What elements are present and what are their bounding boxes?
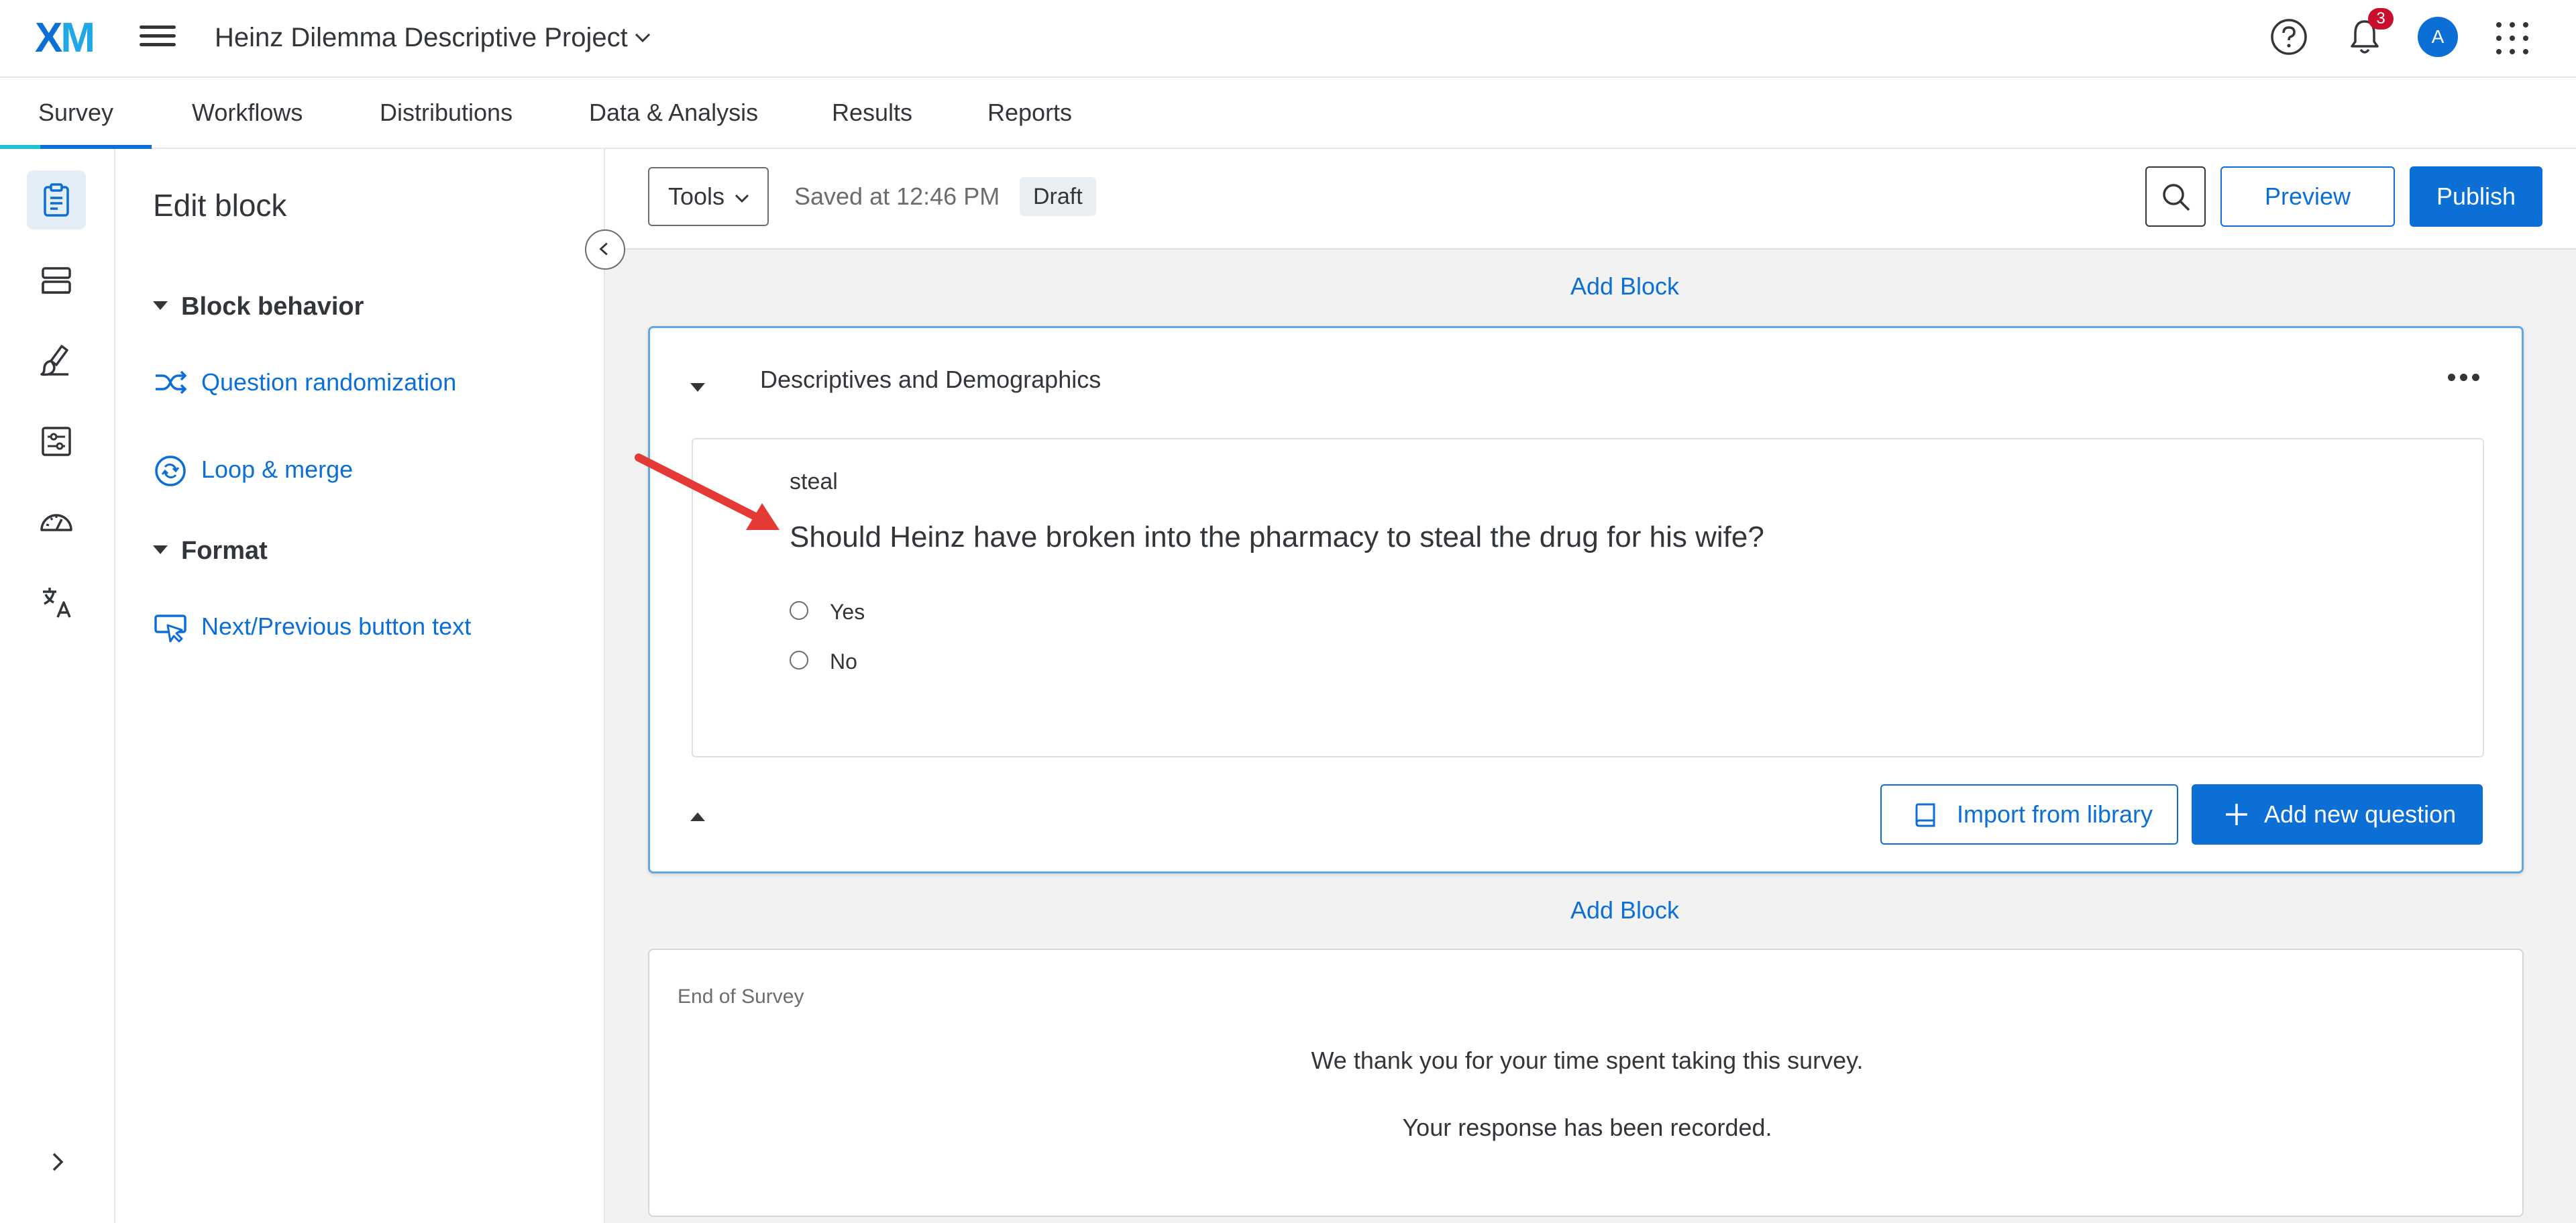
plus-icon <box>2226 804 2247 825</box>
collapse-panel-button[interactable] <box>585 229 625 270</box>
rail-survey-button[interactable] <box>27 170 86 229</box>
link-label: Question randomization <box>201 368 457 396</box>
end-of-survey-label: End of Survey <box>678 986 804 1008</box>
survey-editor-main: Tools Saved at 12:46 PM Draft Preview Pu… <box>605 149 2576 1223</box>
survey-block[interactable]: Descriptives and Demographics steal Shou… <box>648 326 2524 873</box>
chevron-down-icon <box>735 194 749 203</box>
section-label: Block behavior <box>181 293 364 321</box>
add-block-link-bottom[interactable]: Add Block <box>1551 894 1699 927</box>
left-icon-rail <box>0 149 115 1223</box>
rail-tools-button[interactable] <box>27 492 86 551</box>
search-icon <box>2163 184 2190 211</box>
hamburger-menu-icon[interactable] <box>140 20 176 56</box>
logo-m: M <box>60 15 95 61</box>
question-id[interactable]: steal <box>790 466 838 497</box>
panel-title: Edit block <box>153 188 287 223</box>
annotation-arrow-icon <box>635 454 780 530</box>
end-of-survey-block[interactable]: End of Survey We thank you for your time… <box>648 949 2524 1217</box>
add-new-question-button[interactable]: Add new question <box>2192 784 2483 845</box>
choice-label: Yes <box>830 600 865 624</box>
expand-rail-chevron-icon[interactable] <box>44 1149 71 1175</box>
xm-logo[interactable]: XM <box>35 15 95 62</box>
end-message-thanks: We thank you for your time spent taking … <box>1311 1047 1864 1074</box>
tab-workflows[interactable]: Workflows <box>192 78 303 149</box>
draft-badge: Draft <box>1020 177 1096 216</box>
chevron-down-icon[interactable] <box>632 27 653 48</box>
apps-grid-icon[interactable] <box>2494 20 2530 56</box>
tab-survey[interactable]: Survey <box>0 78 152 149</box>
link-label: Loop & merge <box>201 456 354 483</box>
button-cursor-icon <box>154 615 186 643</box>
loop-icon <box>155 456 186 486</box>
edit-block-panel: Edit block Block behavior Question rando… <box>115 149 605 1223</box>
nav-tabs: Survey Workflows Distributions Data & An… <box>0 78 2576 149</box>
book-icon <box>1915 803 1935 827</box>
end-message-recorded: Your response has been recorded. <box>1402 1114 1772 1141</box>
preview-button[interactable]: Preview <box>2220 166 2395 227</box>
chevron-left-icon <box>599 242 608 256</box>
button-label: Add new question <box>2264 800 2457 828</box>
rail-look-feel-button[interactable] <box>27 331 86 390</box>
publish-button[interactable]: Publish <box>2410 166 2542 227</box>
tab-distributions[interactable]: Distributions <box>380 78 513 149</box>
expand-collapse-icon[interactable] <box>690 812 705 821</box>
translate-icon <box>43 588 71 618</box>
question-text[interactable]: Should Heinz have broken into the pharma… <box>790 517 1764 557</box>
editor-toolbar: Tools Saved at 12:46 PM Draft Preview Pu… <box>605 149 2576 250</box>
notification-badge: 3 <box>2368 8 2394 30</box>
gauge-icon <box>40 514 72 531</box>
more-options-icon[interactable] <box>2448 372 2488 386</box>
tab-results[interactable]: Results <box>832 78 912 149</box>
rail-survey-flow-button[interactable] <box>27 251 86 310</box>
tools-dropdown[interactable]: Tools <box>648 167 769 226</box>
clipboard-icon <box>44 183 69 217</box>
section-label: Format <box>181 537 268 565</box>
collapse-triangle-icon <box>153 301 168 311</box>
block-behavior-section[interactable]: Block behavior <box>153 290 364 323</box>
tab-reports[interactable]: Reports <box>987 78 1072 149</box>
format-section[interactable]: Format <box>153 534 268 568</box>
help-icon[interactable] <box>2269 17 2308 56</box>
rail-survey-options-button[interactable] <box>27 412 86 471</box>
block-title[interactable]: Descriptives and Demographics <box>760 363 1101 396</box>
paintbrush-icon <box>40 345 68 376</box>
button-label: Import from library <box>1957 800 2153 828</box>
collapse-triangle-icon <box>153 545 168 555</box>
shuffle-icon <box>156 370 187 394</box>
question-card[interactable]: steal Should Heinz have broken into the … <box>692 438 2484 757</box>
search-button[interactable] <box>2145 166 2206 227</box>
tools-label: Tools <box>668 182 725 210</box>
import-from-library-button[interactable]: Import from library <box>1880 784 2178 845</box>
link-label: Next/Previous button text <box>201 613 472 640</box>
saved-status: Saved at 12:46 PM <box>794 182 1000 210</box>
radio-button[interactable] <box>790 601 808 620</box>
add-block-link-top[interactable]: Add Block <box>1551 270 1699 303</box>
tab-data-analysis[interactable]: Data & Analysis <box>589 78 758 149</box>
choice-label: No <box>830 649 857 674</box>
avatar[interactable]: A <box>2418 17 2458 57</box>
top-bar: XM Heinz Dilemma Descriptive Project 3 A <box>0 0 2576 78</box>
survey-flow-icon <box>42 267 71 294</box>
collapse-block-icon[interactable] <box>690 383 705 392</box>
project-title[interactable]: Heinz Dilemma Descriptive Project <box>215 19 628 56</box>
survey-options-icon <box>42 427 71 456</box>
logo-x: X <box>35 15 62 61</box>
radio-button[interactable] <box>790 651 808 670</box>
rail-translate-button[interactable] <box>27 573 86 632</box>
